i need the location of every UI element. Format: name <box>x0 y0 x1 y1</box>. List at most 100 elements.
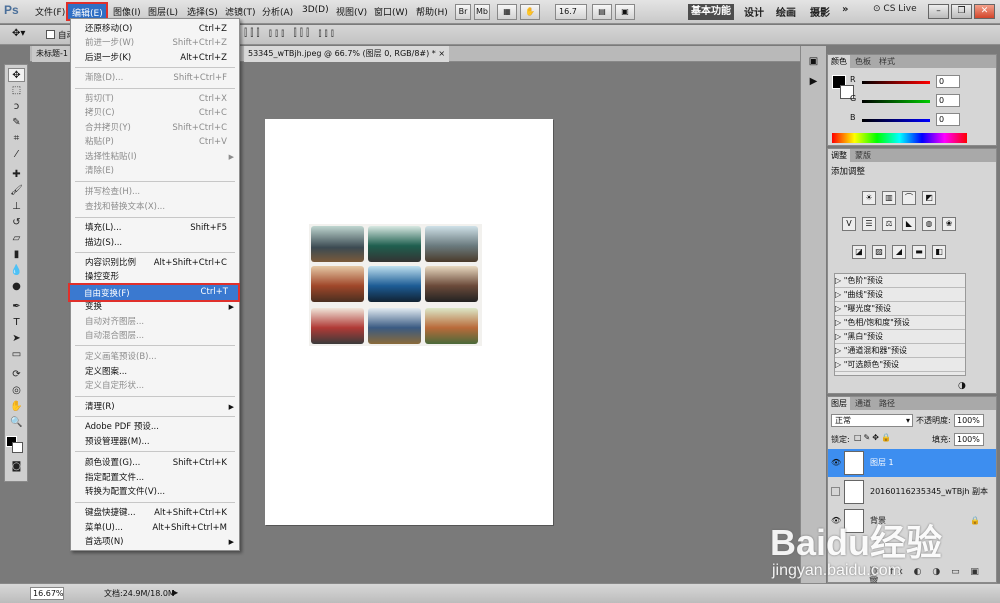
tab-adjustments[interactable]: 调整 <box>828 149 850 162</box>
panel-options-icon[interactable]: ◑ <box>958 381 966 391</box>
gradient-map-icon[interactable]: ▬ <box>912 245 926 259</box>
vibrance-icon[interactable]: V <box>842 217 856 231</box>
move-tool-icon[interactable]: ✥ <box>8 68 25 82</box>
edit-menu-item[interactable]: 菜单(U)... Alt+Shift+Ctrl+M <box>71 521 239 535</box>
preset-hue-sat[interactable]: ▷ "色相/饱和度"预设 <box>835 316 965 330</box>
layer-row-selected[interactable]: 👁 图层 1 <box>828 449 996 477</box>
lasso-tool-icon[interactable]: ↄ <box>8 100 25 114</box>
history-panel-icon[interactable]: ▣ <box>805 56 822 70</box>
edit-menu-item[interactable]: 首选项(N) ▶ <box>71 535 239 549</box>
brush-tool-icon[interactable]: 🖌 <box>8 184 25 198</box>
type-tool-icon[interactable]: T <box>8 316 25 330</box>
photo-filter-icon[interactable]: ◍ <box>922 217 936 231</box>
blue-slider[interactable] <box>862 119 930 122</box>
hue-saturation-icon[interactable]: ☰ <box>862 217 876 231</box>
threshold-icon[interactable]: ◢ <box>892 245 906 259</box>
eye-icon[interactable]: 👁 <box>831 449 841 477</box>
menu-3d[interactable]: 3D(D) <box>302 5 329 15</box>
edit-menu-item[interactable]: 键盘快捷键... Alt+Shift+Ctrl+K <box>71 506 239 520</box>
restore-icon[interactable]: ❐ <box>951 4 972 19</box>
menu-analysis[interactable]: 分析(A) <box>262 5 293 18</box>
edit-menu-item[interactable]: 描边(S)... <box>71 236 239 250</box>
green-value-input[interactable]: 0 <box>936 94 960 107</box>
zoom-tool-icon[interactable]: 🔍 <box>8 416 25 430</box>
menu-layer[interactable]: 图层(L) <box>148 5 178 18</box>
guides-icon[interactable]: ▦ <box>497 4 517 20</box>
free-transform-highlight[interactable]: 自由变换(F) Ctrl+T <box>68 283 240 302</box>
edit-menu-item[interactable]: 预设管理器(M)... <box>71 435 239 449</box>
edit-menu-item[interactable]: 还原移动(O) Ctrl+Z <box>71 22 239 36</box>
tab-color[interactable]: 颜色 <box>828 55 850 68</box>
history-brush-icon[interactable]: ↺ <box>8 216 25 230</box>
zoom-input[interactable]: 16.67% <box>30 587 64 600</box>
minimize-icon[interactable]: – <box>928 4 949 19</box>
actions-panel-icon[interactable]: ▶ <box>805 76 822 90</box>
hand-tool-icon[interactable]: ✋ <box>8 400 25 414</box>
tab-train-image[interactable]: 53345_wTBjh.jpeg @ 66.7% (图层 0, RGB/8#) … <box>244 46 450 62</box>
exposure-icon[interactable]: ◩ <box>922 191 936 205</box>
preset-curves[interactable]: ▷ "曲线"预设 <box>835 288 965 302</box>
healing-brush-icon[interactable]: ✚ <box>8 168 25 182</box>
pen-tool-icon[interactable]: ✒ <box>8 300 25 314</box>
preset-channel-mixer[interactable]: ▷ "通道混和器"预设 <box>835 344 965 358</box>
preset-exposure[interactable]: ▷ "曝光度"预设 <box>835 302 965 316</box>
marquee-tool-icon[interactable]: ⬚ <box>8 84 25 98</box>
eraser-tool-icon[interactable]: ▱ <box>8 232 25 246</box>
shape-tool-icon[interactable]: ▭ <box>8 348 25 362</box>
3d-rotate-icon[interactable]: ⟳ <box>8 368 25 382</box>
edit-menu-item[interactable]: 后退一步(K) Alt+Ctrl+Z <box>71 51 239 65</box>
status-arrow-icon[interactable]: ▶ <box>172 588 178 597</box>
red-value-input[interactable]: 0 <box>936 75 960 88</box>
blur-tool-icon[interactable]: 💧 <box>8 264 25 278</box>
3d-orbit-icon[interactable]: ◎ <box>8 384 25 398</box>
tab-swatches[interactable]: 色板 <box>852 55 874 68</box>
cs-live-button[interactable]: ⊙ CS Live <box>873 4 917 14</box>
curves-icon[interactable]: ⌒ <box>902 191 916 205</box>
color-spectrum-bar[interactable] <box>832 133 967 143</box>
menu-select[interactable]: 选择(S) <box>187 5 218 18</box>
edit-menu-item[interactable]: 定义图案... <box>71 365 239 379</box>
tab-close-icon[interactable]: × <box>438 49 445 58</box>
quick-select-tool-icon[interactable]: ✎ <box>8 116 25 130</box>
quick-mask-icon[interactable]: ◙ <box>8 460 25 474</box>
preset-bw[interactable]: ▷ "黑白"预设 <box>835 330 965 344</box>
hand-tool-icon[interactable]: ✋ <box>520 4 540 20</box>
blend-mode-select[interactable]: 正常 ▾ <box>831 414 913 427</box>
auto-select-checkbox[interactable] <box>46 30 55 39</box>
edit-menu-item[interactable]: Adobe PDF 预设... <box>71 420 239 434</box>
more-workspaces-icon[interactable]: » <box>842 4 848 15</box>
menu-help[interactable]: 帮助(H) <box>416 5 448 18</box>
zoom-level-select[interactable]: 16.7 <box>555 4 587 20</box>
edit-menu-item[interactable]: 填充(L)... Shift+F5 <box>71 221 239 235</box>
menu-filter[interactable]: 滤镜(T) <box>225 5 256 18</box>
edit-menu-item[interactable]: 操控变形 <box>71 270 239 284</box>
tab-layers[interactable]: 图层 <box>828 397 850 410</box>
crop-tool-icon[interactable]: ⌗ <box>8 132 25 146</box>
tab-paths[interactable]: 路径 <box>876 397 898 410</box>
close-icon[interactable]: ✕ <box>974 4 995 19</box>
edit-menu-item[interactable]: 内容识别比例 Alt+Shift+Ctrl+C <box>71 256 239 270</box>
levels-icon[interactable]: ▥ <box>882 191 896 205</box>
invert-icon[interactable]: ◪ <box>852 245 866 259</box>
menu-file[interactable]: 文件(F) <box>35 5 65 18</box>
color-balance-icon[interactable]: ⚖ <box>882 217 896 231</box>
stamp-tool-icon[interactable]: ⊥ <box>8 200 25 214</box>
workspace-painting[interactable]: 绘画 <box>776 4 796 19</box>
minibridge-button[interactable]: Mb <box>474 4 490 20</box>
menu-image[interactable]: 图像(I) <box>113 5 141 18</box>
tab-untitled[interactable]: 未标题-1 <box>32 46 72 62</box>
lock-icons[interactable]: □✎✥🔒 <box>854 433 893 442</box>
posterize-icon[interactable]: ▨ <box>872 245 886 259</box>
arrange-icon[interactable]: ▤ <box>592 4 612 20</box>
tab-styles[interactable]: 样式 <box>876 55 898 68</box>
channel-mixer-icon[interactable]: ❀ <box>942 217 956 231</box>
tab-masks[interactable]: 蒙版 <box>852 149 874 162</box>
background-color-swatch[interactable] <box>12 442 23 453</box>
fill-input[interactable]: 100% <box>954 433 984 446</box>
selective-color-icon[interactable]: ◧ <box>932 245 946 259</box>
gradient-tool-icon[interactable]: ▮ <box>8 248 25 262</box>
move-tool-icon[interactable]: ✥▾ <box>12 28 25 39</box>
tab-channels[interactable]: 通道 <box>852 397 874 410</box>
eyedropper-tool-icon[interactable]: ⁄ <box>8 148 25 162</box>
black-white-icon[interactable]: ◣ <box>902 217 916 231</box>
